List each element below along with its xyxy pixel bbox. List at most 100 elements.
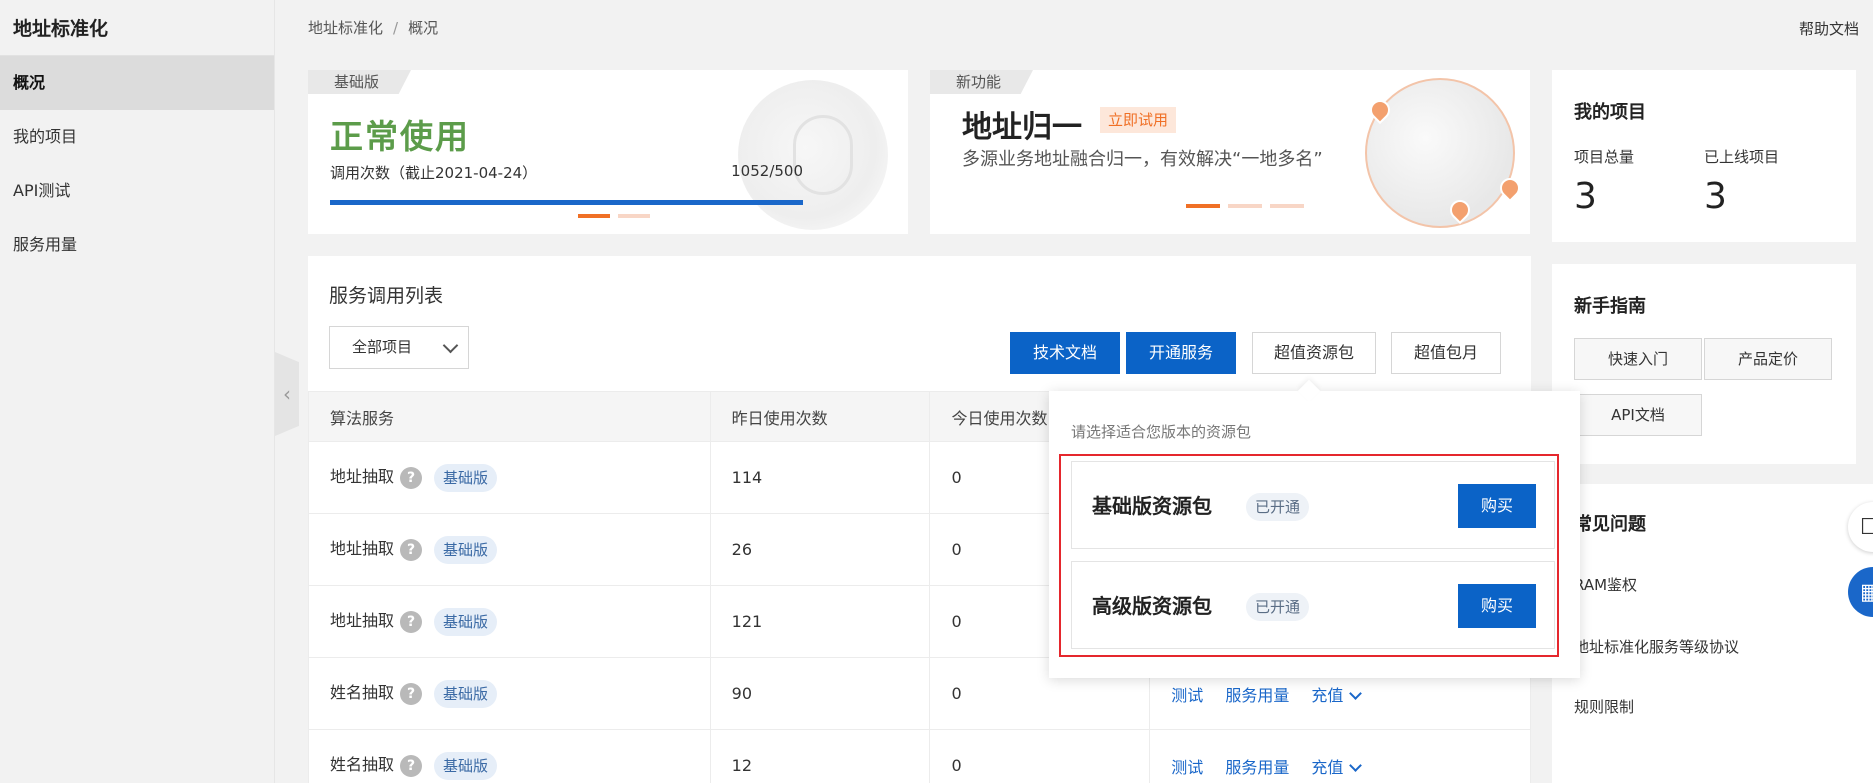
- sidebar-collapse-toggle[interactable]: ‹: [275, 352, 299, 436]
- popover-hint: 请选择适合您版本的资源包: [1071, 423, 1252, 441]
- sidebar-item-overview[interactable]: 概况: [0, 56, 274, 110]
- test-link[interactable]: 测试: [1171, 686, 1203, 705]
- card-title: 我的项目: [1574, 102, 1646, 123]
- yesterday-count: 26: [709, 513, 931, 586]
- sidebar-item-my-projects[interactable]: 我的项目: [0, 110, 274, 164]
- api-docs-button[interactable]: API文档: [1574, 394, 1702, 436]
- service-cell: 地址抽取? 基础版: [308, 441, 711, 514]
- quick-start-button[interactable]: 快速入门: [1574, 338, 1702, 380]
- chevron-down-icon: [1349, 686, 1363, 700]
- version-badge: 基础版: [434, 751, 498, 780]
- section-title: 服务调用列表: [329, 285, 444, 307]
- basic-resource-pack: 基础版资源包 已开通 购买: [1071, 461, 1555, 549]
- total-projects-value[interactable]: 3: [1574, 176, 1597, 217]
- carousel-dots: [1186, 204, 1304, 208]
- yesterday-count: 12: [709, 729, 931, 783]
- tech-docs-button[interactable]: 技术文档: [1010, 332, 1120, 374]
- feature-description: 多源业务地址融合归一，有效解决“一地多名”: [962, 149, 1323, 170]
- online-projects-value[interactable]: 3: [1704, 176, 1727, 217]
- breadcrumb-root[interactable]: 地址标准化: [308, 19, 383, 37]
- package-name: 基础版资源包: [1092, 494, 1212, 518]
- buy-button[interactable]: 购买: [1458, 584, 1536, 628]
- basic-plan-banner: 基础版 正常使用 调用次数（截止2021-04-24） 1052/500: [308, 70, 908, 234]
- today-count: 0: [929, 729, 1151, 783]
- sidebar-item-service-usage[interactable]: 服务用量: [0, 218, 274, 272]
- service-name: 地址抽取: [330, 467, 395, 487]
- package-name: 高级版资源包: [1092, 594, 1212, 618]
- usage-link[interactable]: 服务用量: [1225, 686, 1289, 705]
- faq-link[interactable]: 规则限制: [1574, 696, 1634, 717]
- version-badge: 基础版: [434, 463, 498, 492]
- carousel-dot-active[interactable]: [578, 214, 610, 218]
- service-name: 地址抽取: [330, 539, 395, 559]
- online-projects-label: 已上线项目: [1704, 148, 1780, 166]
- yesterday-count: 90: [709, 657, 931, 730]
- my-projects-card: 我的项目 项目总量 已上线项目 3 3: [1552, 70, 1856, 242]
- column-header: 昨日使用次数: [709, 391, 931, 442]
- package-status-badge: 已开通: [1246, 493, 1310, 521]
- new-feature-banner: 新功能 地址归一 立即试用 多源业务地址融合归一，有效解决“一地多名”: [930, 70, 1530, 234]
- recharge-label: 充值: [1311, 685, 1344, 705]
- help-question-icon[interactable]: ?: [400, 610, 423, 633]
- version-badge: 基础版: [434, 535, 498, 564]
- carousel-dot-active[interactable]: [1186, 204, 1220, 208]
- help-question-icon[interactable]: ?: [400, 466, 423, 489]
- test-link[interactable]: 测试: [1171, 758, 1203, 777]
- faq-link[interactable]: RAM鉴权: [1574, 574, 1637, 595]
- open-service-button[interactable]: 开通服务: [1126, 332, 1236, 374]
- resource-pack-button[interactable]: 超值资源包: [1252, 332, 1376, 374]
- usage-link[interactable]: 服务用量: [1225, 758, 1289, 777]
- call-progress-fill: [330, 200, 803, 205]
- service-name: 地址抽取: [330, 611, 395, 631]
- carousel-dots: [578, 214, 650, 218]
- project-filter-select[interactable]: 全部项目: [329, 326, 469, 369]
- service-name: 姓名抽取: [330, 755, 395, 775]
- call-count-value: 1052/500: [731, 162, 803, 180]
- yesterday-count: 114: [709, 441, 931, 514]
- sidebar-title: 地址标准化: [0, 0, 274, 56]
- beginner-guide-card: 新手指南 快速入门 产品定价 API文档: [1552, 264, 1856, 464]
- monthly-pack-button[interactable]: 超值包月: [1391, 332, 1501, 374]
- table-row: 姓名抽取? 基础版 12 0 测试 服务用量 充值: [308, 729, 1531, 783]
- total-projects-label: 项目总量: [1574, 148, 1635, 166]
- carousel-dot[interactable]: [618, 214, 650, 218]
- try-now-button[interactable]: 立即试用: [1100, 107, 1177, 133]
- resource-pack-popover: 请选择适合您版本的资源包 基础版资源包 已开通 购买 高级版资源包 已开通 购买: [1049, 379, 1580, 678]
- service-cell: 姓名抽取? 基础版: [308, 729, 711, 783]
- card-title: 新手指南: [1574, 296, 1646, 317]
- recharge-label: 充值: [1311, 757, 1344, 777]
- pricing-button[interactable]: 产品定价: [1704, 338, 1832, 380]
- service-cell: 地址抽取? 基础版: [308, 585, 711, 658]
- chevron-down-icon: [442, 337, 459, 354]
- carousel-dot[interactable]: [1228, 204, 1262, 208]
- breadcrumb-current: 概况: [408, 19, 439, 37]
- advanced-resource-pack: 高级版资源包 已开通 购买: [1071, 561, 1555, 649]
- version-badge: 基础版: [434, 679, 498, 708]
- faq-card: 常见问题 RAM鉴权 地址标准化服务等级协议 规则限制: [1552, 484, 1873, 783]
- call-count-label: 调用次数（截止2021-04-24）: [330, 164, 538, 182]
- chevron-down-icon: [1349, 758, 1363, 772]
- breadcrumb: 地址标准化 / 概况: [308, 17, 438, 38]
- project-filter-value: 全部项目: [352, 338, 413, 356]
- yesterday-count: 121: [709, 585, 931, 658]
- feature-headline: 地址归一: [962, 110, 1082, 145]
- help-question-icon[interactable]: ?: [400, 682, 423, 705]
- help-question-icon[interactable]: ?: [400, 754, 423, 777]
- faq-link[interactable]: 地址标准化服务等级协议: [1574, 636, 1739, 657]
- service-name: 姓名抽取: [330, 683, 395, 703]
- sidebar-item-api-test[interactable]: API测试: [0, 164, 274, 218]
- grid-icon: ▦: [1860, 579, 1873, 605]
- actions-cell: 测试 服务用量 充值: [1149, 729, 1531, 783]
- decorative-shape: [793, 115, 853, 195]
- chat-icon: ☐: [1860, 514, 1873, 540]
- help-question-icon[interactable]: ?: [400, 538, 423, 561]
- carousel-dot[interactable]: [1270, 204, 1304, 208]
- help-docs-link[interactable]: 帮助文档: [1799, 18, 1859, 39]
- plan-tag: 基础版: [308, 70, 412, 94]
- chevron-left-icon: ‹: [283, 382, 291, 406]
- recharge-link[interactable]: 充值: [1311, 685, 1363, 705]
- buy-button[interactable]: 购买: [1458, 484, 1536, 528]
- recharge-link[interactable]: 充值: [1311, 757, 1363, 777]
- column-header: 算法服务: [308, 391, 711, 442]
- card-title: 常见问题: [1574, 514, 1646, 535]
